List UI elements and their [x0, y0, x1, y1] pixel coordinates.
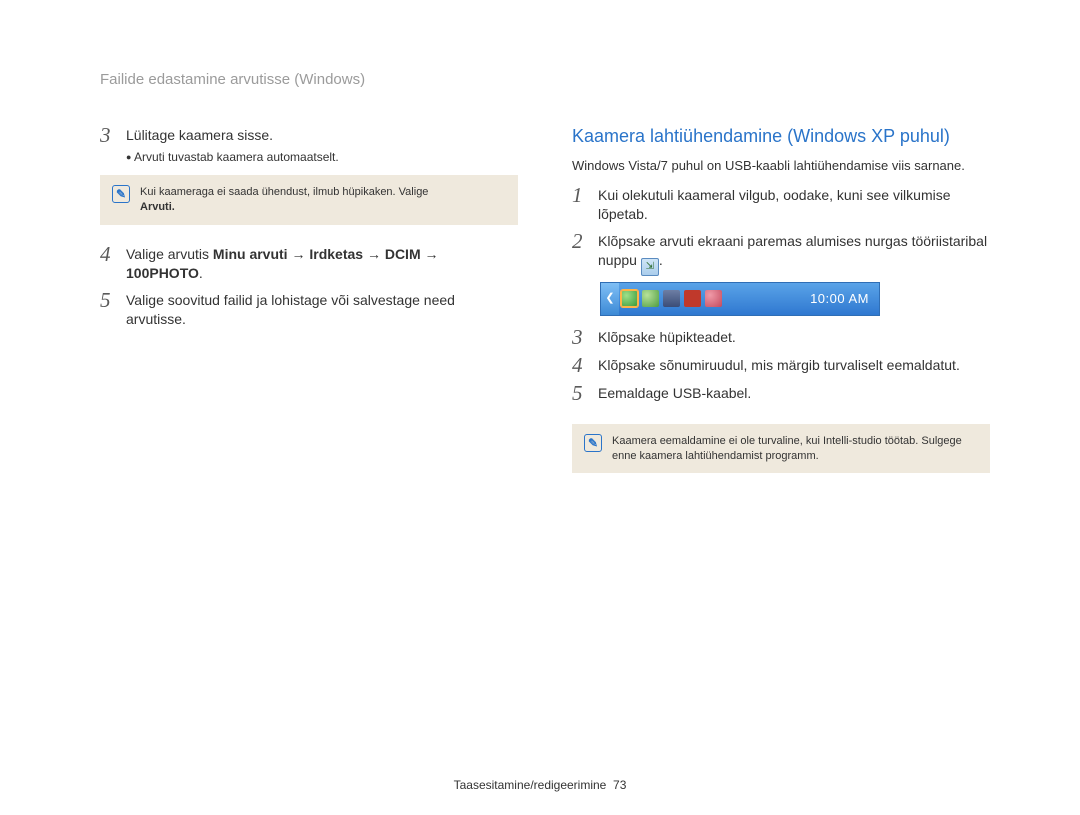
windows-taskbar: ❮ 10:00 AM	[600, 282, 880, 316]
volume-icon[interactable]	[684, 290, 701, 307]
step-number: 4	[572, 354, 598, 376]
step-number: 2	[572, 230, 598, 252]
step-body: Valige soovitud failid ja lohistage või …	[126, 289, 518, 329]
section-intro: Windows Vista/7 puhul on USB-kaabli laht…	[572, 157, 990, 175]
step-body: Klõpsake hüpikteadet.	[598, 326, 990, 347]
step-text: Klõpsake hüpikteadet.	[598, 329, 736, 345]
bullet-item: Arvuti tuvastab kaamera automaatselt.	[126, 149, 518, 165]
step-body: Valige arvutis Minu arvuti → Irdketas → …	[126, 243, 518, 283]
section-heading: Kaamera lahtiühendamine (Windows XP puhu…	[572, 124, 990, 148]
right-column: Kaamera lahtiühendamine (Windows XP puhu…	[572, 124, 990, 491]
step-number: 3	[100, 124, 126, 146]
safely-remove-icon: ⇲	[641, 258, 659, 276]
step-text: Lülitage kaamera sisse.	[126, 127, 273, 143]
step-number: 1	[572, 184, 598, 206]
step-4: 4 Valige arvutis Minu arvuti → Irdketas …	[100, 243, 518, 283]
security-shield-icon[interactable]	[642, 290, 659, 307]
footer-section: Taasesitamine/redigeerimine	[454, 778, 607, 792]
step-body: Klõpsake arvuti ekraani paremas alumises…	[598, 230, 990, 276]
display-icon[interactable]	[663, 290, 680, 307]
step-r1: 1 Kui olekutuli kaameral vilgub, oodake,…	[572, 184, 990, 224]
note-text: Kaamera eemaldamine ei ole turvaline, ku…	[612, 434, 978, 464]
network-icon[interactable]	[705, 290, 722, 307]
note-icon: ✎	[112, 185, 130, 203]
step-text: Valige soovitud failid ja lohistage või …	[126, 292, 455, 327]
step-number: 5	[100, 289, 126, 311]
left-column: 3 Lülitage kaamera sisse. Arvuti tuvasta…	[100, 124, 518, 491]
note-text: Kui kaameraga ei saada ühendust, ilmub h…	[140, 185, 506, 215]
step-number: 4	[100, 243, 126, 265]
step-body: Klõpsake sõnumiruudul, mis märgib turval…	[598, 354, 990, 375]
taskbar-expand-arrow-icon[interactable]: ❮	[601, 283, 619, 315]
note-bold: Arvuti.	[140, 200, 506, 215]
step-text: Kui olekutuli kaameral vilgub, oodake, k…	[598, 187, 951, 222]
step-text-post: .	[659, 252, 663, 268]
step-3: 3 Lülitage kaamera sisse. Arvuti tuvasta…	[100, 124, 518, 165]
footer-page-number: 73	[613, 778, 626, 792]
step-r2: 2 Klõpsake arvuti ekraani paremas alumis…	[572, 230, 990, 276]
safely-remove-hardware-icon[interactable]	[621, 290, 638, 307]
bullet-list: Arvuti tuvastab kaamera automaatselt.	[126, 149, 518, 165]
step-text-post: .	[199, 265, 203, 281]
step-number: 3	[572, 326, 598, 348]
note-box-left: ✎ Kui kaameraga ei saada ühendust, ilmub…	[100, 175, 518, 225]
step-r4: 4 Klõpsake sõnumiruudul, mis märgib turv…	[572, 354, 990, 376]
step-body: Lülitage kaamera sisse. Arvuti tuvastab …	[126, 124, 518, 165]
note-icon: ✎	[584, 434, 602, 452]
page-header: Failide edastamine arvutisse (Windows)	[100, 70, 990, 90]
step-text-pre: Valige arvutis	[126, 246, 213, 262]
step-5: 5 Valige soovitud failid ja lohistage võ…	[100, 289, 518, 329]
step-body: Kui olekutuli kaameral vilgub, oodake, k…	[598, 184, 990, 224]
step-r3: 3 Klõpsake hüpikteadet.	[572, 326, 990, 348]
step-text: Eemaldage USB-kaabel.	[598, 385, 751, 401]
note-box-right: ✎ Kaamera eemaldamine ei ole turvaline, …	[572, 424, 990, 474]
taskbar-clock: 10:00 AM	[810, 290, 879, 308]
note-line: Kui kaameraga ei saada ühendust, ilmub h…	[140, 186, 428, 198]
step-r5: 5 Eemaldage USB-kaabel.	[572, 382, 990, 404]
content-columns: 3 Lülitage kaamera sisse. Arvuti tuvasta…	[100, 124, 990, 491]
step-number: 5	[572, 382, 598, 404]
step-body: Eemaldage USB-kaabel.	[598, 382, 990, 403]
step-text: Klõpsake sõnumiruudul, mis märgib turval…	[598, 357, 960, 373]
page-footer: Taasesitamine/redigeerimine 73	[0, 777, 1080, 793]
